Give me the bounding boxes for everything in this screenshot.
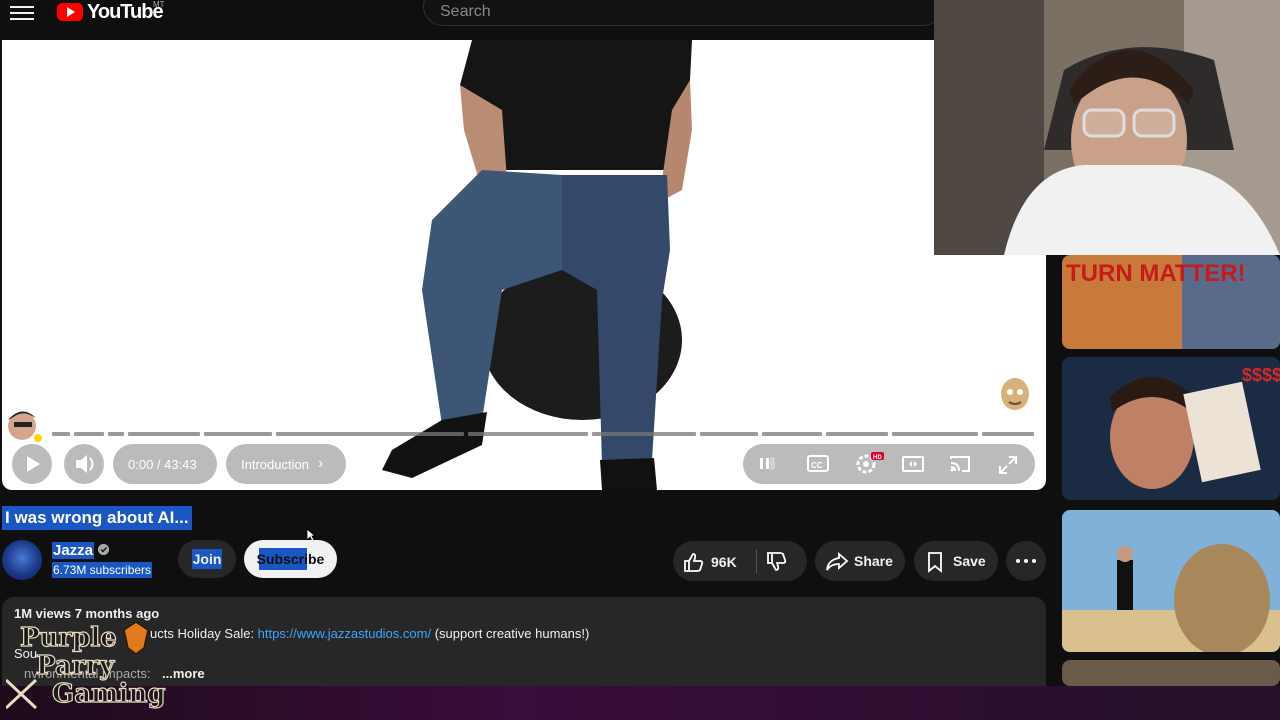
- subscribe-label: Subscribe: [256, 551, 325, 567]
- subscribe-button[interactable]: Subscribe: [244, 540, 337, 578]
- thumb2-text: $$$$: [1242, 365, 1280, 385]
- sidebar-thumbnail-2[interactable]: $$$$: [1062, 357, 1280, 500]
- time-display: 0:00 / 43:43: [113, 444, 217, 484]
- emoji-watermark-icon: [1001, 378, 1029, 410]
- save-button[interactable]: Save: [914, 541, 998, 581]
- description-suffix: (support creative humans!): [431, 626, 590, 641]
- progress-bar[interactable]: [52, 432, 1036, 436]
- description-link[interactable]: https://www.jazzastudios.com/: [258, 626, 431, 641]
- theater-icon[interactable]: [901, 453, 925, 475]
- overlay-line-2: Parry: [36, 651, 115, 681]
- fullscreen-icon[interactable]: [996, 453, 1020, 475]
- description-text: ucts Holiday Sale:: [150, 626, 258, 641]
- share-label: Share: [854, 553, 893, 569]
- cast-icon[interactable]: [948, 453, 972, 475]
- volume-button[interactable]: [64, 444, 104, 484]
- webcam-overlay: [934, 0, 1280, 255]
- save-icon: [928, 552, 942, 573]
- dislike-icon: [767, 552, 787, 571]
- cc-icon[interactable]: CC: [806, 453, 830, 475]
- join-label: Join: [191, 549, 223, 569]
- pause-icon[interactable]: [754, 454, 778, 474]
- video-frame-person: [382, 40, 692, 490]
- stream-bottom-bar: [0, 686, 1280, 720]
- channel-avatar[interactable]: [2, 540, 42, 580]
- sidebar-thumbnail-4[interactable]: [1062, 660, 1280, 686]
- overlay-line-1: Purple: [20, 623, 117, 653]
- video-title: I was wrong about AI...: [2, 506, 192, 530]
- purple-parry-gaming-logo: Purple Parry Gaming: [6, 621, 166, 710]
- views-and-date: 1M views 7 months ago: [14, 606, 160, 621]
- channel-name[interactable]: Jazza: [52, 542, 95, 559]
- thumb1-text: TURN MATTER!: [1066, 260, 1246, 287]
- divider: [756, 549, 757, 573]
- more-options-icon: [1016, 559, 1036, 563]
- chapter-button[interactable]: Introduction ›: [226, 444, 346, 484]
- settings-icon[interactable]: HD: [852, 450, 888, 476]
- verified-icon: [98, 544, 109, 555]
- join-button[interactable]: Join: [178, 540, 236, 578]
- save-label: Save: [953, 553, 986, 569]
- chapter-label: Introduction: [241, 457, 309, 472]
- subscriber-count: 6.73M subscribers: [52, 562, 153, 578]
- youtube-logo[interactable]: YouTube: [57, 0, 164, 23]
- svg-text:CC: CC: [811, 461, 823, 470]
- video-player[interactable]: 0:00 / 43:43 Introduction › CC HD: [2, 40, 1046, 490]
- like-icon: [684, 553, 704, 572]
- more-options-button[interactable]: [1006, 541, 1046, 581]
- share-button[interactable]: Share: [815, 541, 905, 581]
- volume-icon: [76, 455, 94, 473]
- chevron-right-icon: ›: [318, 455, 324, 472]
- right-controls: [743, 444, 1035, 484]
- youtube-logo-icon: [57, 3, 83, 21]
- play-button[interactable]: [12, 444, 52, 484]
- sidebar-thumbnail-1[interactable]: TURN MATTER!: [1062, 255, 1280, 349]
- svg-text:HD: HD: [873, 455, 882, 461]
- sidebar-thumbnail-3[interactable]: [1062, 510, 1280, 652]
- time-text: 0:00 / 43:43: [128, 457, 197, 472]
- menu-icon[interactable]: [10, 2, 34, 22]
- logo-text: YouTube: [87, 0, 164, 23]
- description-line-1: ucts Holiday Sale: https://www.jazzastud…: [150, 626, 589, 641]
- overlay-line-3: Gaming: [52, 679, 166, 709]
- search-input[interactable]: Search: [423, 0, 943, 26]
- search-placeholder: Search: [440, 3, 491, 20]
- top-bar: YouTube MT Search: [0, 0, 943, 40]
- logo-country-code: MT: [153, 0, 165, 9]
- play-icon: [27, 456, 40, 472]
- dislike-button[interactable]: [760, 541, 804, 581]
- like-button[interactable]: 96K: [673, 541, 753, 581]
- more-link[interactable]: ...more: [162, 666, 205, 681]
- share-icon: [826, 552, 849, 571]
- like-count: 96K: [711, 554, 737, 570]
